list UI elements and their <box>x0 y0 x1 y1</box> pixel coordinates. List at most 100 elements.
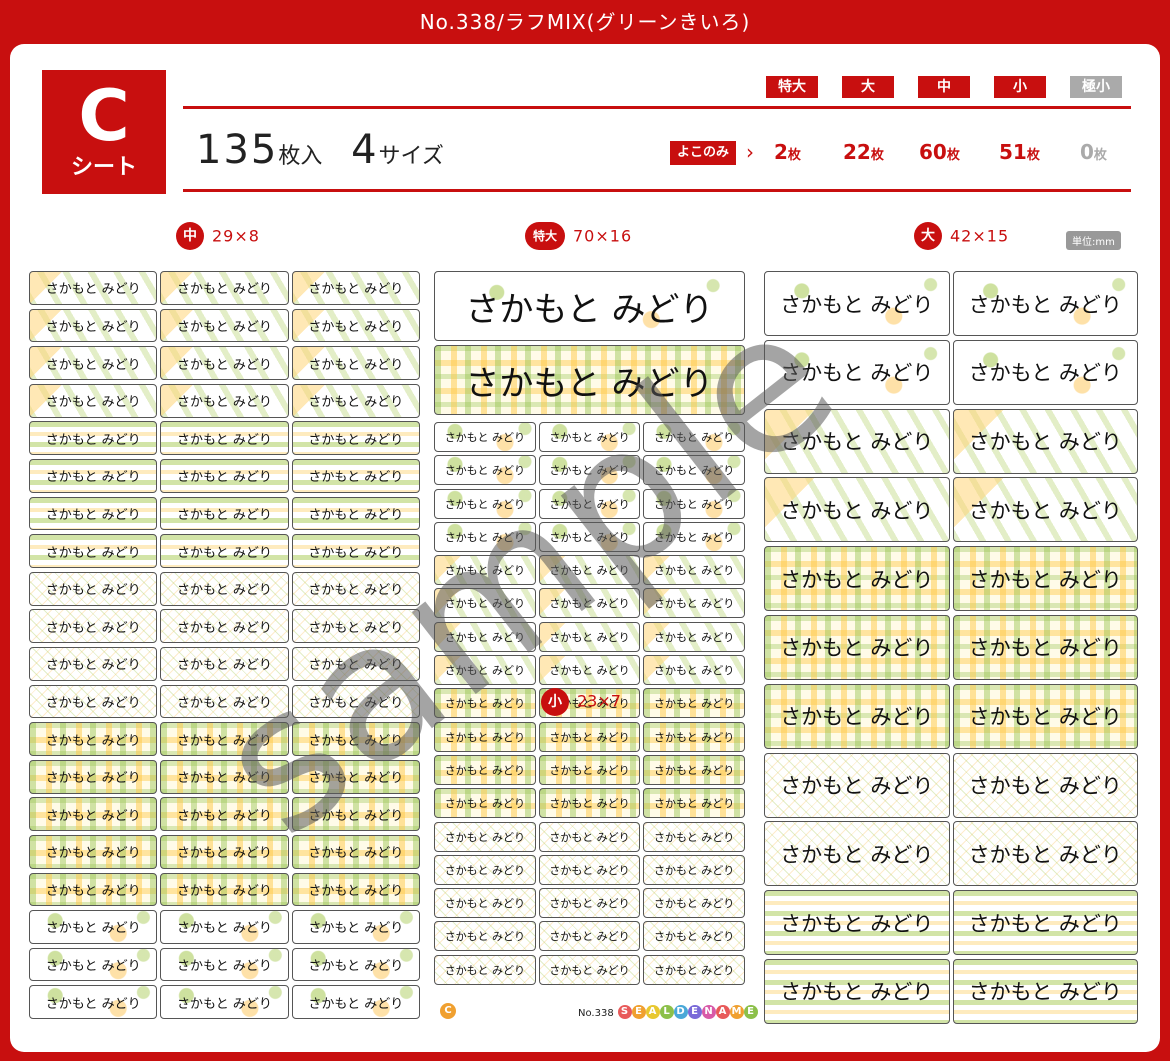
brand-letter: N <box>702 1005 716 1019</box>
size-tag-tokudai: 特大 <box>766 76 818 98</box>
name-label: さかもと みどり <box>643 521 745 552</box>
qty-gokusho-value: 0 <box>1080 140 1094 164</box>
sheet-type-badge: C シート <box>42 70 166 194</box>
name-label: さかもと みどり <box>643 921 745 952</box>
qty-tokudai: 2枚 <box>774 140 801 164</box>
brand-logo: SEALDENAME <box>618 1005 758 1019</box>
name-label: さかもと みどり <box>538 888 641 919</box>
name-label: さかもと みどり <box>538 521 641 552</box>
name-label: さかもと みどり <box>643 488 745 519</box>
size-count: 4 <box>351 127 379 173</box>
name-label: さかもと みどり <box>291 421 420 456</box>
name-label: さかもと みどり <box>291 722 420 756</box>
name-label: さかもと みどり <box>160 834 289 869</box>
name-label: さかもと みどり <box>764 546 950 612</box>
name-label: さかもと みどり <box>952 752 1138 818</box>
sheet-letter: C <box>78 75 130 157</box>
product-title: No.338/ラフMIX(グリーンきいろ) <box>419 10 751 34</box>
name-label: さかもと みどり <box>538 555 641 586</box>
size-badge-sho: 小 <box>541 688 569 716</box>
name-label: さかもと みどり <box>29 985 158 1020</box>
name-label: さかもと みどり <box>538 422 641 452</box>
name-label: さかもと みどり <box>160 458 289 493</box>
name-label: さかもと みどり <box>434 345 745 415</box>
name-label: さかもと みどり <box>764 477 950 543</box>
qty-dai: 22枚 <box>843 140 884 164</box>
name-label: さかもと みどり <box>434 821 536 852</box>
name-label: さかもと みどり <box>643 821 745 852</box>
name-label: さかもと みどり <box>29 609 158 644</box>
qty-tokudai-value: 2 <box>774 140 788 164</box>
name-label: さかもと みどり <box>291 458 420 493</box>
name-label: さかもと みどり <box>160 571 289 606</box>
brand-letter: E <box>632 1005 646 1019</box>
name-label: さかもと みどり <box>434 954 536 985</box>
name-label: さかもと みどり <box>291 271 420 305</box>
count-summary: 135枚入 4サイズ <box>196 127 444 173</box>
name-label: さかもと みどり <box>160 271 289 305</box>
section-label-chu: 中 29×8 <box>176 222 260 250</box>
name-label: さかもと みどり <box>952 271 1138 336</box>
name-label: さかもと みどり <box>291 308 420 343</box>
name-label: さかもと みどり <box>434 854 536 885</box>
name-label: さかもと みどり <box>764 821 950 887</box>
name-label: さかもと みどり <box>29 684 158 719</box>
size-badge-chu: 中 <box>176 222 204 250</box>
sheet-c-mark: C <box>440 1003 456 1019</box>
name-label: さかもと みどり <box>538 921 641 952</box>
label-count-unit: 枚入 <box>278 144 323 169</box>
name-label: さかもと みどり <box>291 985 420 1020</box>
chevron-right-icon: › <box>746 140 754 164</box>
name-label: さかもと みどり <box>29 722 158 756</box>
name-label: さかもと みどり <box>643 455 745 486</box>
yoko-only-tag: よこのみ <box>670 141 737 165</box>
name-label: さかもと みどり <box>29 534 158 568</box>
name-label: さかもと みどり <box>538 488 641 519</box>
name-label: さかもと みどり <box>29 496 158 531</box>
qty-unit: 枚 <box>787 148 801 163</box>
name-label: さかもと みどり <box>434 521 536 552</box>
divider-bottom <box>183 189 1131 192</box>
name-label: さかもと みどり <box>160 985 289 1020</box>
brand-letter: A <box>716 1005 730 1019</box>
qty-unit: 枚 <box>870 148 884 163</box>
name-label: さかもと みどり <box>291 947 420 982</box>
sheet-label: シート <box>70 155 137 180</box>
brand-letter: A <box>646 1005 660 1019</box>
name-label: さかもと みどり <box>538 655 641 686</box>
name-label: さかもと みどり <box>291 383 420 418</box>
qty-unit: 枚 <box>1093 148 1107 163</box>
size-badge-tokudai: 特大 <box>525 222 565 250</box>
dimension-chu: 29×8 <box>212 226 260 246</box>
name-label: さかもと みどり <box>538 621 641 652</box>
name-label: さかもと みどり <box>434 621 536 652</box>
name-label: さかもと みどり <box>434 455 536 486</box>
name-label: さかもと みどり <box>291 534 420 568</box>
size-tag-gokusho: 極小 <box>1070 76 1122 98</box>
name-label: さかもと みどり <box>952 546 1138 612</box>
qty-unit: 枚 <box>1026 148 1040 163</box>
label-grid-chu: さかもと みどり さかもと みどり さかもと みどり さかもと みどり さかもと みどり… <box>29 271 420 1020</box>
qty-sho-value: 51 <box>999 140 1027 164</box>
name-label: さかもと みどり <box>291 797 420 832</box>
name-label: さかもと みどり <box>29 421 158 456</box>
brand-letter: E <box>688 1005 702 1019</box>
name-label: さかもと みどり <box>29 383 158 418</box>
name-label: さかもと みどり <box>538 721 641 752</box>
name-label: さかもと みどり <box>160 421 289 456</box>
name-label: さかもと みどり <box>160 609 289 644</box>
name-label: さかもと みどり <box>538 754 641 785</box>
name-label: さかもと みどり <box>160 496 289 531</box>
name-label: さかもと みどり <box>764 271 950 336</box>
name-label: さかもと みどり <box>643 854 745 885</box>
sheet-frame: No.338/ラフMIX(グリーンきいろ) C シート 135枚入 4サイズ 特… <box>0 0 1170 1061</box>
name-label: さかもと みどり <box>643 888 745 919</box>
name-label: さかもと みどり <box>643 422 745 452</box>
name-label: さかもと みどり <box>160 308 289 343</box>
name-label: さかもと みどり <box>952 477 1138 543</box>
name-label: さかもと みどり <box>291 910 420 944</box>
name-label: さかもと みどり <box>291 684 420 719</box>
size-tag-chu: 中 <box>918 76 970 98</box>
qty-dai-value: 22 <box>843 140 871 164</box>
name-label: さかもと みどり <box>29 646 158 681</box>
